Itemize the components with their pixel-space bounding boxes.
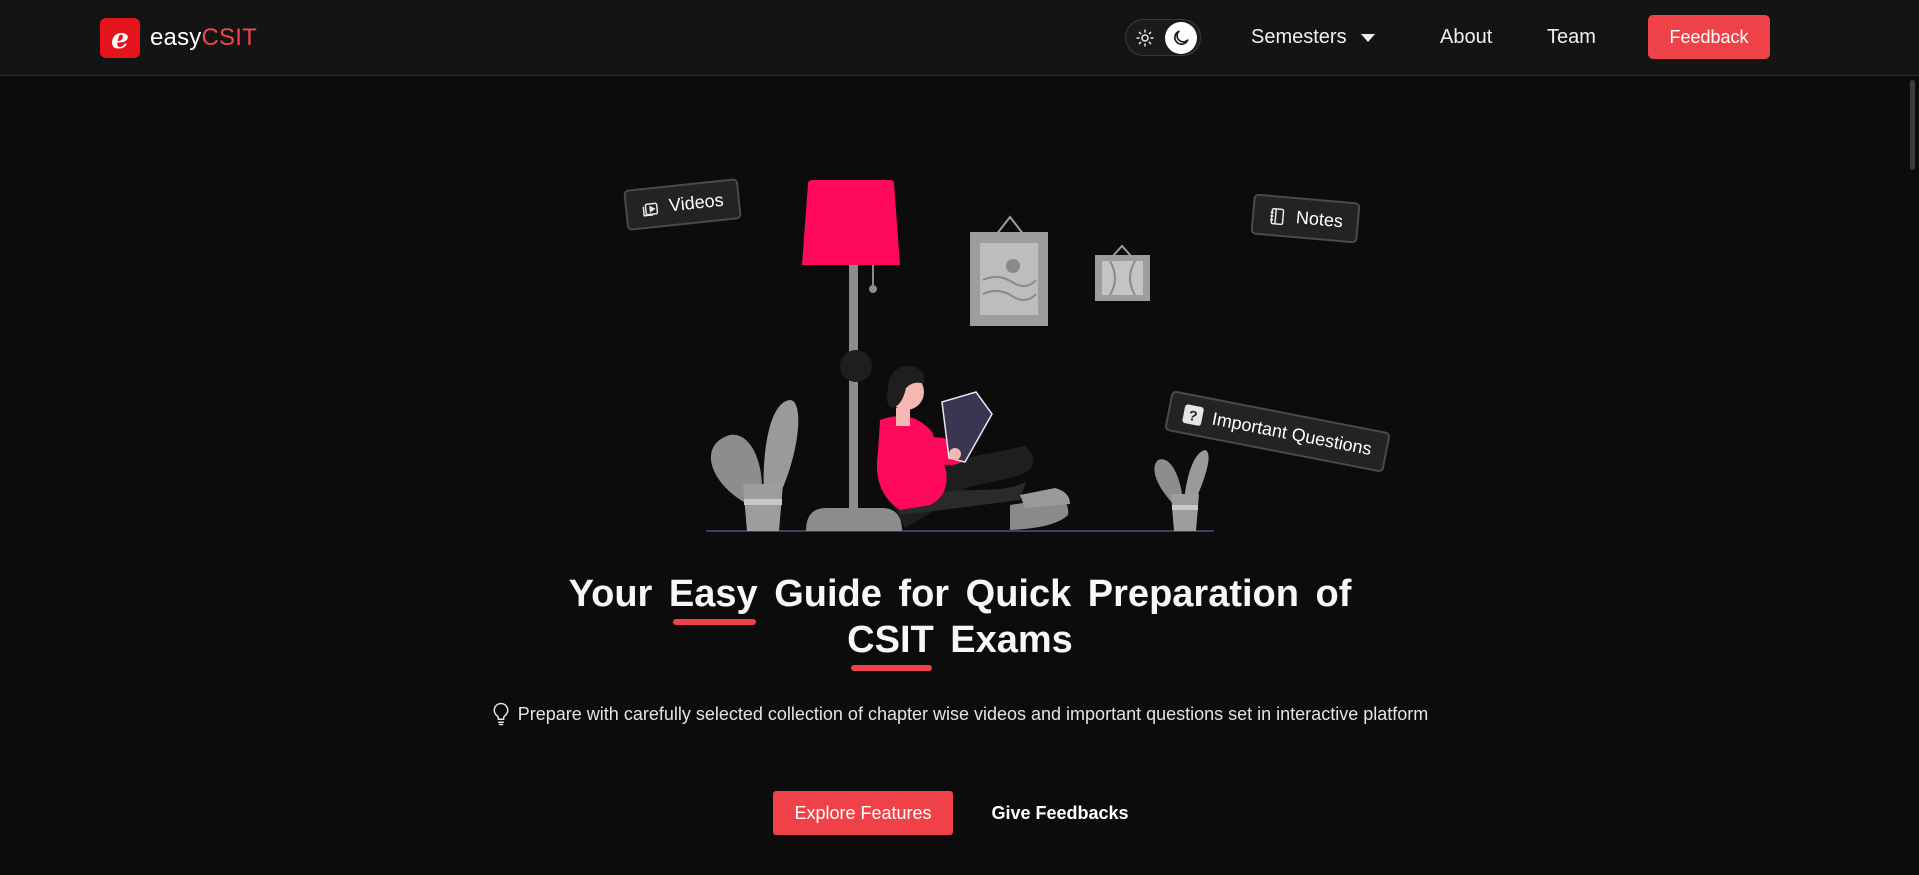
lightbulb-icon xyxy=(493,702,509,726)
hero-title: Your Easy Guide for Quick Preparation of… xyxy=(540,571,1380,671)
semesters-dropdown[interactable]: Semesters xyxy=(1251,26,1375,49)
nav-about-link[interactable]: About xyxy=(1440,26,1492,49)
brand-name: easyCSIT xyxy=(150,24,257,52)
videos-chip-label: Videos xyxy=(667,189,725,216)
top-navbar: e easyCSIT Semesters About Team Feedback xyxy=(0,0,1919,76)
feedback-button[interactable]: Feedback xyxy=(1648,15,1770,59)
hero-subtitle: Prepare with carefully selected collecti… xyxy=(470,702,1450,726)
hero-title-highlight-csit: CSIT xyxy=(847,619,934,671)
question-mark-icon: ? xyxy=(1181,403,1205,427)
hero-title-highlight-easy: Easy xyxy=(668,573,758,625)
video-play-icon xyxy=(642,202,659,217)
semesters-label: Semesters xyxy=(1251,26,1347,48)
notebook-icon xyxy=(1269,207,1285,225)
hero-title-part1: Your xyxy=(568,573,653,615)
hero-title-part3: Exams xyxy=(950,619,1073,661)
hero-illustration: Videos Notes ? Important Questions xyxy=(600,170,1391,540)
give-feedbacks-link[interactable]: Give Feedbacks xyxy=(970,791,1150,835)
nav-team-link[interactable]: Team xyxy=(1547,26,1596,49)
explore-features-button[interactable]: Explore Features xyxy=(773,791,953,835)
moon-icon xyxy=(1174,30,1189,45)
brand-name-accent: CSIT xyxy=(201,24,257,51)
hero-subtitle-text: Prepare with carefully selected collecti… xyxy=(517,703,1429,724)
brand-link[interactable]: e easyCSIT xyxy=(100,18,257,58)
sun-icon xyxy=(1136,29,1154,47)
theme-toggle[interactable] xyxy=(1125,19,1201,56)
chevron-down-icon xyxy=(1360,33,1375,42)
hero-title-part2: Guide for Quick Preparation of xyxy=(774,573,1352,615)
theme-toggle-knob[interactable] xyxy=(1165,22,1197,54)
page-scrollbar[interactable] xyxy=(1910,80,1915,170)
reading-woman-illustration xyxy=(706,180,1214,532)
notes-chip-label: Notes xyxy=(1295,207,1344,232)
brand-logo: e xyxy=(100,18,140,58)
brand-name-prefix: easy xyxy=(150,24,202,51)
